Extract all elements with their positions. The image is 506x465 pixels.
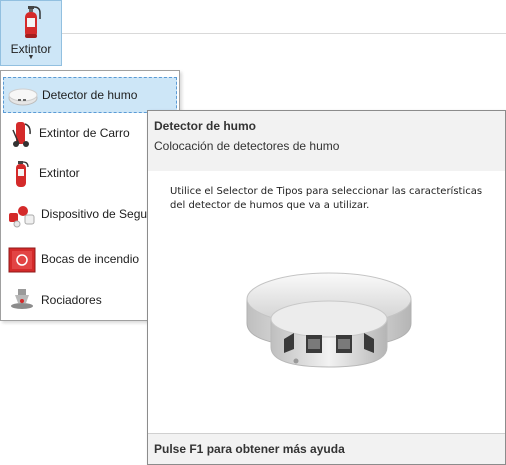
fire-extinguisher-icon: [25, 6, 41, 38]
menu-item-label: Detector de humo: [42, 88, 138, 102]
tooltip-title: Detector de humo: [154, 119, 257, 133]
fire-extinguisher-icon: [16, 161, 29, 187]
tooltip-footer: Pulse F1 para obtener más ayuda: [148, 433, 505, 464]
menu-item-label: Dispositivo de Segu: [41, 207, 148, 221]
wheeled-extinguisher-icon: [12, 122, 31, 147]
smoke-detector-icon: [8, 88, 38, 106]
menu-item-label: Extintor de Carro: [39, 126, 130, 140]
safety-device-icon: [9, 206, 35, 228]
extintor-ribbon-button[interactable]: Extintor ▼: [0, 0, 62, 66]
tooltip-subtitle: Colocación de detectores de humo: [154, 139, 340, 153]
tooltip-header: Detector de humo Colocación de detectore…: [148, 111, 505, 171]
tooltip-description: Utilice el Selector de Tipos para selecc…: [170, 186, 483, 211]
sprinkler-icon: [11, 289, 33, 309]
menu-item-label: Extintor: [39, 166, 80, 180]
detector-de-humo-tooltip: Detector de humo Colocación de detectore…: [147, 110, 506, 465]
menu-item-label: Rociadores: [41, 293, 102, 307]
menu-item-label: Bocas de incendio: [41, 252, 140, 266]
tooltip-help-text: Pulse F1 para obtener más ayuda: [154, 442, 345, 456]
menu-item-detector-de-humo[interactable]: Detector de humo: [3, 77, 177, 113]
fire-hydrant-cabinet-icon: [8, 247, 36, 273]
dropdown-arrow-icon: ▼: [27, 54, 35, 61]
background-divider: [62, 33, 506, 34]
smoke-detector-image: [246, 272, 412, 368]
